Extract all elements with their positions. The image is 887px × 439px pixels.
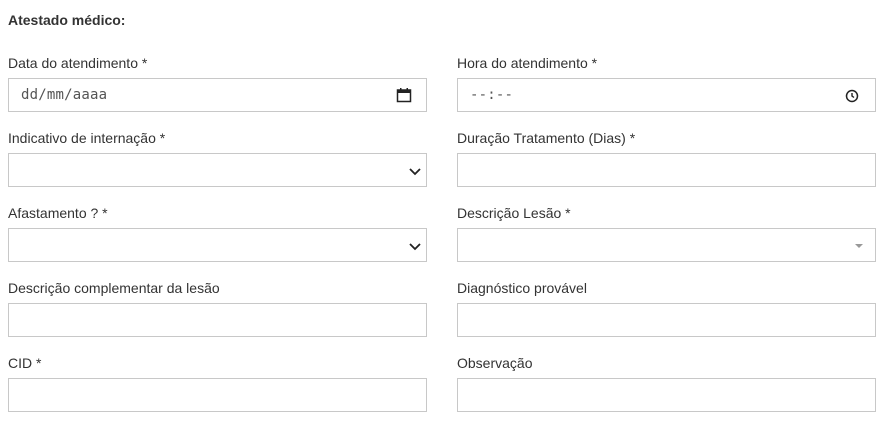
section-title: Atestado médico:: [8, 12, 126, 28]
clock-icon[interactable]: [845, 89, 859, 108]
afastamento-label: Afastamento ? *: [8, 205, 108, 221]
caret-down-icon: [855, 244, 863, 248]
cid-label: CID *: [8, 355, 42, 371]
hora-atendimento-input[interactable]: --:--: [457, 78, 876, 112]
afastamento-select[interactable]: [8, 228, 427, 262]
cid-input[interactable]: [8, 378, 427, 412]
chevron-down-icon: [408, 240, 422, 258]
observacao-label: Observação: [457, 355, 533, 371]
indicativo-internacao-label: Indicativo de internação *: [8, 130, 166, 146]
descricao-lesao-combobox[interactable]: [457, 228, 876, 262]
data-atendimento-input[interactable]: dd/mm/aaaa: [8, 78, 427, 112]
chevron-down-icon: [408, 165, 422, 183]
duracao-tratamento-label: Duração Tratamento (Dias) *: [457, 130, 636, 146]
observacao-input[interactable]: [457, 378, 876, 412]
date-placeholder: dd/mm/aaaa: [21, 87, 108, 103]
descricao-complementar-input[interactable]: [8, 303, 427, 337]
time-placeholder: --:--: [470, 87, 514, 103]
hora-atendimento-label: Hora do atendimento *: [457, 55, 598, 71]
diagnostico-provavel-label: Diagnóstico provável: [457, 280, 587, 296]
descricao-lesao-label: Descrição Lesão *: [457, 205, 571, 221]
data-atendimento-label: Data do atendimento *: [8, 55, 148, 71]
indicativo-internacao-select[interactable]: [8, 153, 427, 187]
calendar-icon[interactable]: [396, 87, 412, 108]
descricao-complementar-label: Descrição complementar da lesão: [8, 280, 220, 296]
duracao-tratamento-input[interactable]: [457, 153, 876, 187]
diagnostico-provavel-input[interactable]: [457, 303, 876, 337]
